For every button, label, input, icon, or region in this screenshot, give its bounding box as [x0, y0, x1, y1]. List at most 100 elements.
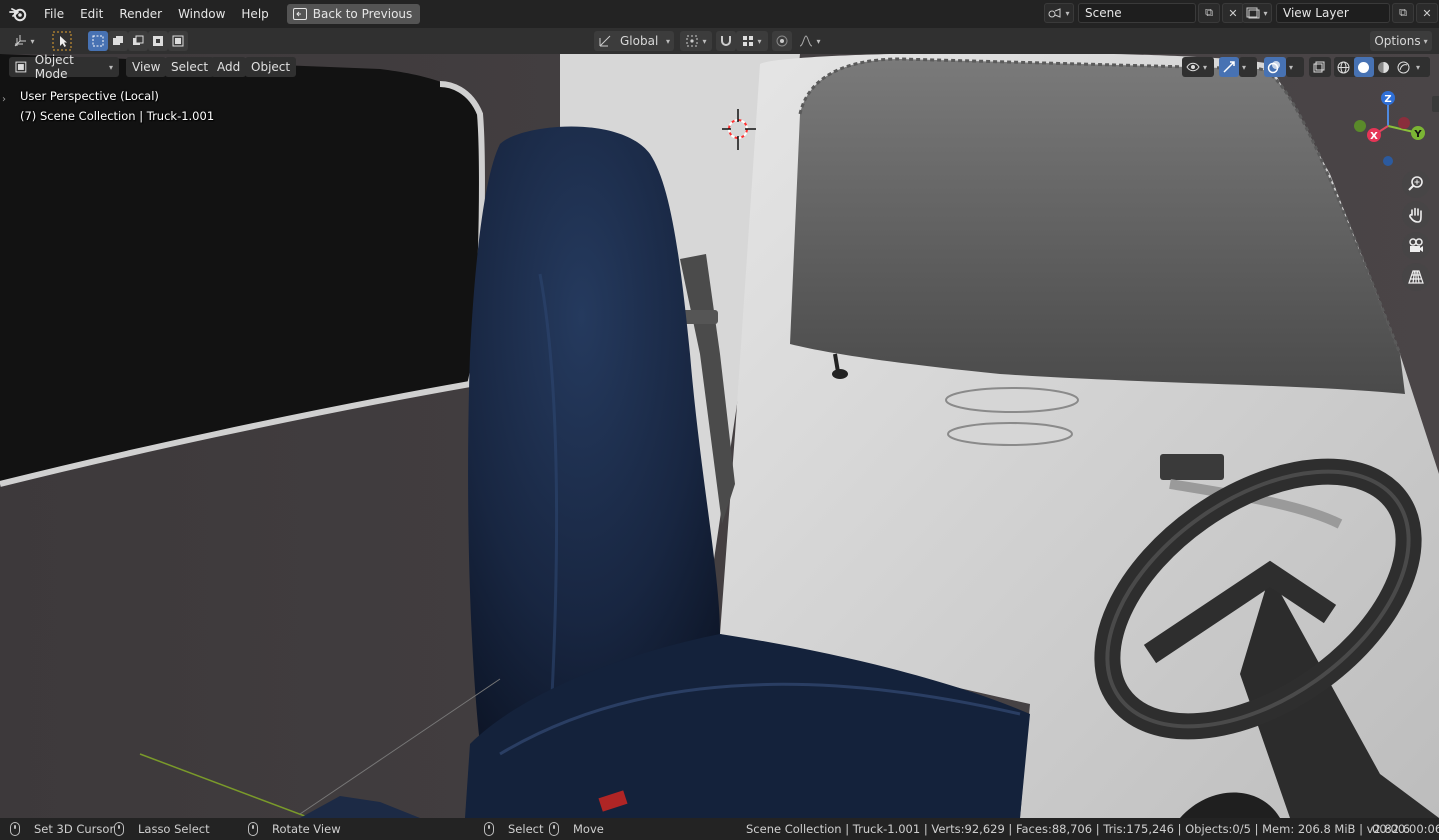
shading-options-dropdown[interactable]: ▾ — [1414, 57, 1430, 77]
status-move: Move — [549, 822, 604, 836]
copy-icon: ⧉ — [1399, 6, 1407, 19]
solid-sphere-icon — [1358, 61, 1369, 73]
pivot-icon — [686, 35, 698, 47]
mouse-drag-icon — [549, 822, 559, 836]
scene-browse-button[interactable]: ▾ — [1044, 3, 1074, 23]
select-intersect-icon — [172, 35, 184, 47]
view-layer-browse-button[interactable]: ▾ — [1242, 3, 1272, 23]
viewport-menu-add[interactable]: Add — [211, 57, 247, 77]
shading-material-button[interactable] — [1374, 57, 1394, 77]
view-layer-remove-button[interactable]: ✕ — [1416, 3, 1438, 23]
gizmo-options-dropdown[interactable]: ▾ — [1239, 57, 1257, 77]
falloff-dropdown[interactable]: ▾ — [794, 31, 826, 51]
rendered-sphere-icon — [1397, 61, 1410, 73]
view-layer-copy-button[interactable]: ⧉ — [1392, 3, 1414, 23]
select-tool-icon — [52, 31, 72, 51]
magnet-icon — [721, 36, 731, 46]
axes-editor-icon — [15, 35, 27, 47]
sidebar-toggle-tab[interactable] — [1432, 96, 1439, 112]
viewport-menu-object[interactable]: Object — [245, 57, 297, 77]
navigation-gizmo[interactable]: Z Y X — [1348, 86, 1430, 168]
mode-label: Object Mode — [34, 54, 74, 81]
close-icon: ✕ — [1228, 6, 1238, 20]
gizmo-icon — [1223, 61, 1235, 73]
zoom-magnifier-icon — [1408, 176, 1423, 191]
toolbar-expand-arrow-icon[interactable]: › — [2, 94, 6, 105]
select-subtract-icon — [133, 35, 144, 45]
viewport-menu-view[interactable]: View — [126, 57, 167, 77]
hand-icon — [1409, 207, 1422, 223]
options-dropdown[interactable]: Options ▾ — [1370, 31, 1432, 51]
falloff-curve-icon — [800, 35, 813, 47]
status-set-cursor: Set 3D Cursor — [10, 822, 114, 836]
menu-help[interactable]: Help — [233, 3, 276, 25]
mouse-drag-icon — [114, 822, 124, 836]
xray-toggle[interactable] — [1309, 57, 1331, 77]
view-layer-name-field[interactable]: View Layer — [1276, 3, 1390, 23]
menu-window[interactable]: Window — [170, 3, 233, 25]
snap-grid-icon — [743, 36, 754, 46]
menu-edit[interactable]: Edit — [72, 3, 111, 25]
transform-orientation-dropdown[interactable]: Global ▾ — [594, 31, 674, 51]
select-mode-invert-button[interactable] — [148, 31, 168, 51]
shading-group: ▾ — [1334, 57, 1430, 77]
scene-name-field[interactable]: Scene — [1078, 3, 1196, 23]
camera-view-button[interactable] — [1402, 232, 1430, 260]
active-tool-button[interactable] — [50, 31, 74, 51]
status-lasso-label: Lasso Select — [138, 822, 210, 836]
tool-header: ▾ Global ▾ ▾ ▾ ▾ Options ▾ — [0, 28, 1439, 54]
xray-icon — [1313, 61, 1325, 73]
close-icon: ✕ — [1422, 6, 1432, 20]
gizmo-group: ▾ — [1219, 57, 1257, 77]
mouse-middle-click-icon — [248, 822, 258, 836]
object-mode-icon — [15, 61, 27, 73]
status-bar: Set 3D Cursor Lasso Select Rotate View S… — [0, 818, 1439, 840]
proportional-edit-button[interactable] — [772, 31, 792, 51]
select-invert-icon — [153, 36, 163, 46]
orientation-icon — [599, 35, 611, 47]
camera-icon — [1409, 238, 1423, 252]
pan-view-button[interactable] — [1402, 201, 1430, 229]
scene-remove-button[interactable]: ✕ — [1222, 3, 1244, 23]
overlays-group: ▾ — [1264, 57, 1304, 77]
snap-toggle-button[interactable] — [716, 31, 736, 51]
select-mode-new-button[interactable] — [88, 31, 108, 51]
overlays-options-dropdown[interactable]: ▾ — [1286, 57, 1304, 77]
wireframe-sphere-icon — [1337, 61, 1350, 73]
mode-dropdown[interactable]: Object Mode ▾ — [9, 54, 119, 81]
viewport-menu-select[interactable]: Select — [165, 57, 215, 77]
view-layer-icon — [1246, 7, 1260, 19]
shading-wireframe-button[interactable] — [1334, 57, 1354, 77]
status-set-cursor-label: Set 3D Cursor — [34, 822, 115, 836]
snap-target-dropdown[interactable]: ▾ — [736, 31, 768, 51]
shading-rendered-button[interactable] — [1394, 57, 1414, 77]
select-mode-intersect-button[interactable] — [168, 31, 188, 51]
menu-file[interactable]: File — [36, 3, 72, 25]
scene-copy-button[interactable]: ⧉ — [1198, 3, 1220, 23]
select-mode-subtract-button[interactable] — [128, 31, 148, 51]
view-perspective-text: User Perspective (Local) — [20, 89, 159, 103]
3d-viewport[interactable]: › Object Mode ▾ View Select Add Object ▾… — [0, 54, 1439, 818]
zoom-view-button[interactable] — [1402, 170, 1430, 198]
pivot-point-dropdown[interactable]: ▾ — [680, 31, 712, 51]
status-rotate-label: Rotate View — [272, 822, 341, 836]
gizmo-z-label: Z — [1384, 94, 1391, 105]
gizmo-y-label: Y — [1413, 129, 1422, 140]
mouse-left-click-icon — [10, 822, 20, 836]
back-to-previous-button[interactable]: Back to Previous — [286, 4, 421, 24]
shading-solid-button[interactable] — [1354, 57, 1374, 77]
status-rotate: Rotate View — [248, 822, 341, 836]
ortho-toggle-button[interactable] — [1402, 263, 1430, 291]
status-move-label: Move — [573, 822, 604, 836]
editor-type-button[interactable]: ▾ — [8, 31, 40, 51]
status-scene-stats: Scene Collection | Truck-1.001 | Verts:9… — [746, 822, 1411, 836]
blender-logo-icon[interactable] — [0, 0, 36, 28]
selectability-visibility-dropdown[interactable]: ▾ — [1182, 57, 1214, 77]
select-mode-extend-button[interactable] — [108, 31, 128, 51]
show-gizmo-toggle[interactable] — [1219, 57, 1239, 77]
gizmo-x-label: X — [1370, 131, 1378, 142]
proportional-edit-icon — [776, 35, 788, 47]
menu-render[interactable]: Render — [111, 3, 170, 25]
show-overlays-toggle[interactable] — [1264, 57, 1286, 77]
copy-icon: ⧉ — [1205, 6, 1213, 19]
